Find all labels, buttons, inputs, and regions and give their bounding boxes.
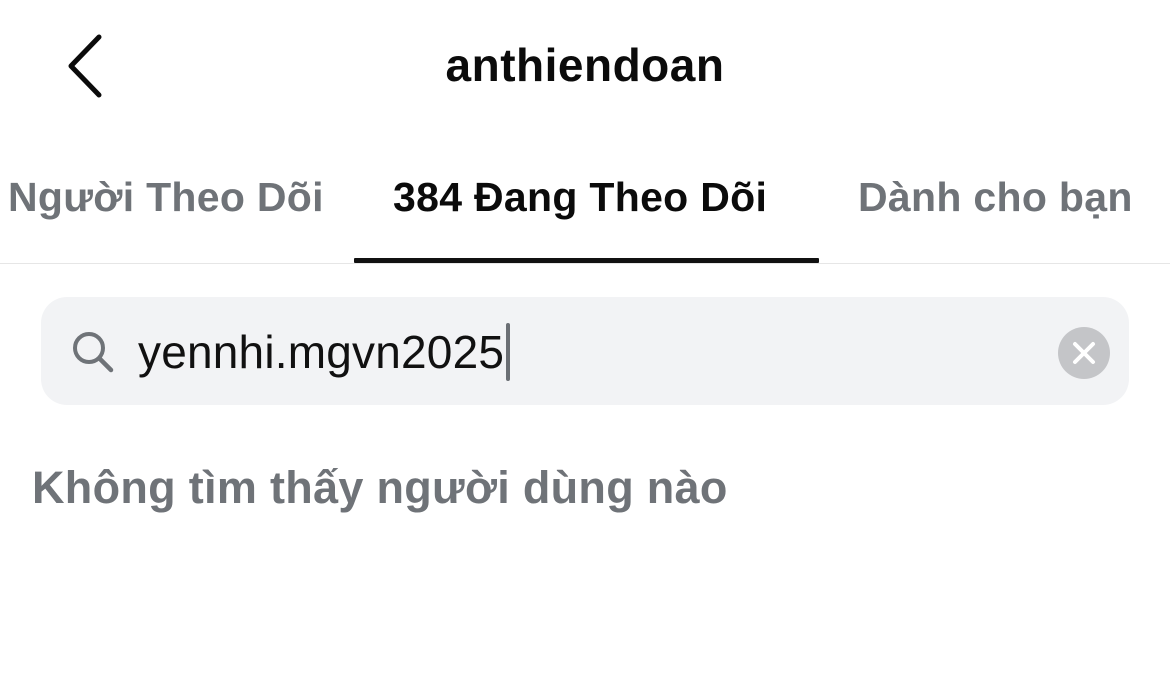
- empty-results-message: Không tìm thấy người dùng nào: [32, 462, 728, 513]
- tab-for-you[interactable]: Dành cho bạn: [858, 174, 1133, 221]
- search-input[interactable]: yennhi.mgvn2025: [138, 320, 511, 384]
- clear-search-button[interactable]: [1058, 327, 1110, 379]
- search-input-value: yennhi.mgvn2025: [138, 326, 505, 378]
- clear-icon: [1073, 342, 1095, 364]
- tab-followers[interactable]: Người Theo Dõi: [8, 174, 324, 221]
- active-tab-indicator: [354, 258, 819, 263]
- header: anthiendoan: [0, 0, 1170, 130]
- page-title: anthiendoan: [445, 39, 725, 91]
- search-icon: [73, 332, 114, 373]
- following-screen: anthiendoan Người Theo Dõi 384 Đang Theo…: [0, 0, 1170, 694]
- tab-following[interactable]: 384 Đang Theo Dõi: [393, 174, 767, 221]
- tab-bar: Người Theo Dõi 384 Đang Theo Dõi Dành ch…: [0, 130, 1170, 264]
- text-caret: [506, 323, 511, 381]
